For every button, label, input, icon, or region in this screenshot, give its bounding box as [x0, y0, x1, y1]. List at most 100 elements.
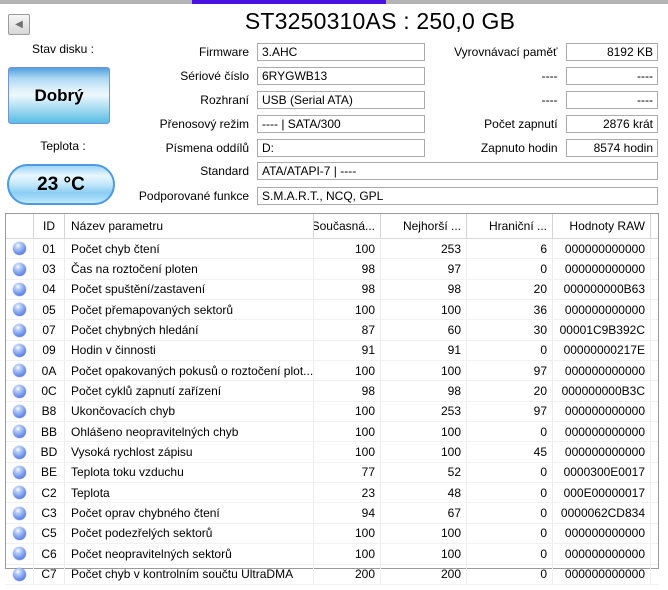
- row-icon-cell: [6, 442, 33, 461]
- cell-current-value: 200: [313, 564, 380, 584]
- table-row[interactable]: C2 Teplota 23 48 0 000E00000017: [6, 483, 658, 504]
- cell-id: 0C: [33, 381, 64, 401]
- row-icon-cell: [6, 280, 33, 299]
- table-row[interactable]: BB Ohlášeno neopravitelných chyb 100 100…: [6, 422, 658, 443]
- cell-worst-value: 253: [380, 401, 466, 422]
- cell-spare: [650, 300, 658, 320]
- cell-raw-value: 000000000000: [552, 259, 650, 279]
- status-orb-icon: [13, 384, 26, 398]
- header-raw-values[interactable]: Hodnoty RAW: [552, 214, 650, 238]
- header-current-value[interactable]: Současná...: [313, 214, 380, 238]
- info-field-value[interactable]: USB (Serial ATA): [257, 91, 425, 109]
- cell-current-value: 87: [313, 320, 380, 340]
- table-row[interactable]: B8 Ukončovacích chyb 100 253 97 00000000…: [6, 401, 658, 423]
- table-row[interactable]: C5 Počet podezřelých sektorů 100 100 0 0…: [6, 523, 658, 545]
- info-field-value[interactable]: 3.AHC: [257, 43, 425, 61]
- header-id[interactable]: ID: [33, 214, 64, 238]
- cell-threshold-value: 0: [466, 523, 552, 544]
- info-field-value[interactable]: D:: [257, 139, 425, 157]
- header-parameter-name[interactable]: Název parametru: [64, 214, 313, 238]
- cell-id: C2: [33, 483, 64, 503]
- cell-threshold-value: 0: [466, 422, 552, 442]
- status-orb-icon: [13, 364, 26, 378]
- cell-id: C5: [33, 523, 64, 544]
- cell-threshold-value: 30: [466, 320, 552, 340]
- cell-worst-value: 100: [380, 544, 466, 564]
- info-field-value[interactable]: ----: [565, 67, 658, 85]
- cell-worst-value: 100: [380, 422, 466, 442]
- table-row[interactable]: 03 Čas na roztočení ploten 98 97 0 00000…: [6, 259, 658, 280]
- cell-parameter-name: Teplota toku vzduchu: [64, 462, 313, 483]
- cell-threshold-value: 20: [466, 381, 552, 401]
- cell-raw-value: 000000000000: [552, 361, 650, 381]
- table-row[interactable]: 0C Počet cyklů zapnutí zařízení 98 98 20…: [6, 381, 658, 402]
- info-field-value[interactable]: 6RYGWB13: [257, 67, 425, 85]
- table-row[interactable]: 04 Počet spuštění/zastavení 98 98 20 000…: [6, 279, 658, 301]
- cell-threshold-value: 0: [466, 503, 552, 523]
- info-field-value[interactable]: ---- | SATA/300: [257, 115, 425, 133]
- cell-worst-value: 100: [380, 523, 466, 544]
- cell-spare: [650, 279, 658, 300]
- cell-current-value: 100: [313, 422, 380, 442]
- row-icon-cell: [6, 320, 33, 339]
- status-orb-icon: [13, 445, 26, 459]
- row-icon-cell: [6, 565, 33, 584]
- cell-parameter-name: Počet chybných hledání: [64, 320, 313, 340]
- info-field-row: Počet zapnutí 2876 krát: [430, 115, 658, 133]
- table-row[interactable]: C7 Počet chyb v kontrolním součtu UltraD…: [6, 564, 658, 585]
- cell-spare: [650, 442, 658, 462]
- status-orb-icon: [13, 282, 26, 296]
- cell-current-value: 100: [313, 361, 380, 381]
- info-field-value[interactable]: 8574 hodin: [565, 139, 658, 157]
- cell-current-value: 100: [313, 300, 380, 320]
- info-field-label: Vyrovnávací paměť: [454, 45, 558, 59]
- table-row[interactable]: BD Vysoká rychlost zápisu 100 100 45 000…: [6, 442, 658, 463]
- cell-id: 04: [33, 279, 64, 300]
- info-field-label: Počet zapnutí: [484, 117, 558, 131]
- row-icon-cell: [6, 463, 33, 482]
- cell-id: BD: [33, 442, 64, 462]
- table-row[interactable]: 07 Počet chybných hledání 87 60 30 00001…: [6, 320, 658, 341]
- cell-worst-value: 67: [380, 503, 466, 523]
- cell-threshold-value: 97: [466, 361, 552, 381]
- cell-threshold-value: 0: [466, 259, 552, 279]
- table-row[interactable]: 09 Hodin v činnosti 91 91 0 00000000217E: [6, 340, 658, 362]
- cell-current-value: 100: [313, 544, 380, 564]
- info-field-row: Zapnuto hodin 8574 hodin: [430, 139, 658, 157]
- cell-spare: [650, 483, 658, 503]
- cell-worst-value: 253: [380, 239, 466, 259]
- table-row[interactable]: 05 Počet přemapovaných sektorů 100 100 3…: [6, 300, 658, 321]
- drive-info-left-column: Firmware 3.AHC Sériové číslo 6RYGWB13 Ro…: [0, 43, 425, 163]
- table-row[interactable]: C3 Počet oprav chybného čtení 94 67 0 00…: [6, 503, 658, 524]
- table-row[interactable]: 0A Počet opakovaných pokusů o roztočení …: [6, 361, 658, 382]
- cell-parameter-name: Ohlášeno neopravitelných chyb: [64, 422, 313, 442]
- header-worst-value[interactable]: Nejhorší ...: [380, 214, 466, 238]
- row-icon-cell: [6, 402, 33, 421]
- table-row[interactable]: 01 Počet chyb čtení 100 253 6 0000000000…: [6, 239, 658, 260]
- info-field-value[interactable]: S.M.A.R.T., NCQ, GPL: [257, 187, 658, 205]
- status-orb-icon: [13, 323, 26, 337]
- cell-raw-value: 000E00000017: [552, 483, 650, 503]
- info-field-value[interactable]: 8192 KB: [565, 43, 658, 61]
- info-field-value[interactable]: ATA/ATAPI-7 | ----: [257, 162, 658, 180]
- header-threshold-value[interactable]: Hraniční ...: [466, 214, 552, 238]
- info-field-row: Podporované funkce S.M.A.R.T., NCQ, GPL: [0, 187, 658, 205]
- cell-parameter-name: Počet cyklů zapnutí zařízení: [64, 381, 313, 401]
- cell-id: 03: [33, 259, 64, 279]
- cell-threshold-value: 0: [466, 340, 552, 361]
- cell-parameter-name: Teplota: [64, 483, 313, 503]
- back-button[interactable]: ◀: [8, 14, 30, 35]
- cell-worst-value: 97: [380, 259, 466, 279]
- status-orb-icon: [13, 526, 26, 540]
- info-field-value[interactable]: 2876 krát: [565, 115, 658, 133]
- info-field-label: Přenosový režim: [159, 117, 249, 131]
- loading-progress-segment: [192, 0, 386, 4]
- cell-threshold-value: 0: [466, 564, 552, 584]
- table-row[interactable]: BE Teplota toku vzduchu 77 52 0 0000300E…: [6, 462, 658, 484]
- info-field-value[interactable]: ----: [565, 91, 658, 109]
- cell-worst-value: 98: [380, 279, 466, 300]
- cell-spare: [650, 462, 658, 483]
- cell-id: B8: [33, 401, 64, 422]
- table-row[interactable]: C6 Počet neopravitelných sektorů 100 100…: [6, 544, 658, 565]
- row-icon-cell: [6, 422, 33, 441]
